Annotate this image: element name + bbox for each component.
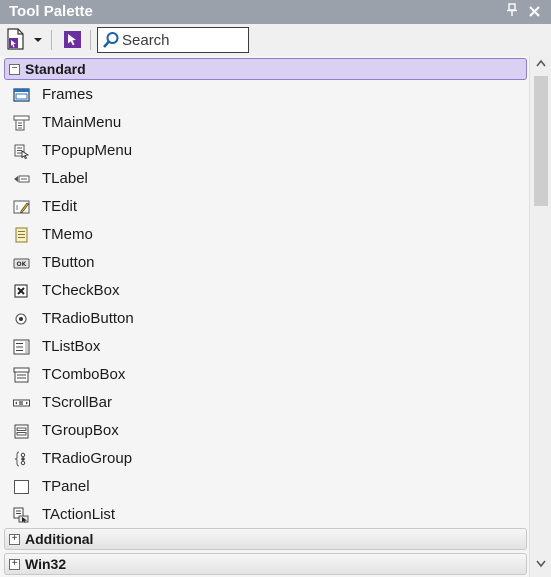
panel-icon — [14, 480, 29, 494]
popupmenu-icon — [14, 144, 30, 159]
memo-icon — [15, 227, 28, 243]
palette-titlebar: Tool Palette — [0, 0, 551, 24]
pin-icon[interactable] — [503, 3, 521, 21]
component-tlabel[interactable]: TLabel — [0, 165, 529, 193]
component-label: TPanel — [42, 478, 90, 495]
component-tcheckbox[interactable]: TCheckBox — [0, 277, 529, 305]
component-tmainmenu[interactable]: TMainMenu — [0, 109, 529, 137]
new-component-button[interactable] — [5, 27, 27, 51]
chevron-down-icon — [34, 38, 42, 42]
edit-icon: I — [13, 200, 30, 214]
listbox-icon — [13, 339, 30, 355]
search-icon — [103, 32, 119, 48]
svg-text:I: I — [16, 204, 18, 212]
component-tactionlist[interactable]: TActionList — [0, 501, 529, 529]
checkbox-icon — [14, 284, 28, 298]
radiobutton-icon — [15, 313, 27, 325]
component-label: TComboBox — [42, 366, 126, 383]
category-additional[interactable]: + Additional — [4, 528, 527, 550]
category-label: Additional — [25, 531, 94, 547]
component-tradiogroup[interactable]: TRadioGroup — [0, 445, 529, 473]
palette-toolbar — [0, 24, 551, 56]
vertical-scrollbar[interactable] — [529, 56, 551, 577]
category-label: Win32 — [25, 556, 67, 572]
expand-icon[interactable]: + — [9, 534, 20, 545]
component-label: TEdit — [42, 198, 78, 215]
component-label: TMainMenu — [42, 114, 122, 131]
search-input[interactable] — [122, 31, 242, 49]
component-label: TGroupBox — [42, 422, 119, 439]
label-icon — [14, 175, 30, 183]
component-label: TButton — [42, 254, 95, 271]
new-component-dropdown[interactable] — [31, 27, 45, 51]
component-label: TMemo — [42, 226, 93, 243]
pointer-button[interactable] — [60, 27, 84, 51]
scroll-up-icon[interactable] — [530, 56, 551, 74]
window-title: Tool Palette — [9, 3, 93, 20]
radiogroup-icon — [14, 451, 26, 467]
component-tgroupbox[interactable]: TGroupBox — [0, 417, 529, 445]
component-list: − Standard Frames TMainMenu TPopupMenu T… — [0, 56, 529, 577]
component-label: TRadioButton — [42, 310, 134, 327]
component-label: TCheckBox — [42, 282, 120, 299]
groupbox-icon — [14, 424, 29, 439]
component-tmemo[interactable]: TMemo — [0, 221, 529, 249]
mainmenu-icon — [13, 115, 30, 131]
component-tlistbox[interactable]: TListBox — [0, 333, 529, 361]
button-icon: OK — [13, 258, 30, 269]
new-file-icon — [7, 28, 24, 50]
scrollbar-thumb[interactable] — [534, 76, 548, 206]
expand-icon[interactable]: + — [9, 559, 20, 570]
category-label: Standard — [25, 61, 86, 77]
component-tcombobox[interactable]: TComboBox — [0, 361, 529, 389]
component-label: Frames — [42, 86, 93, 103]
toolbar-separator — [90, 30, 91, 50]
search-box[interactable] — [97, 27, 249, 53]
collapse-icon[interactable]: − — [9, 64, 20, 75]
component-label: TPopupMenu — [42, 142, 133, 159]
actionlist-icon — [13, 507, 29, 523]
toolbar-separator — [51, 30, 52, 50]
component-tpanel[interactable]: TPanel — [0, 473, 529, 501]
component-tpopupmenu[interactable]: TPopupMenu — [0, 137, 529, 165]
frames-icon — [13, 88, 30, 102]
category-win32[interactable]: + Win32 — [4, 553, 527, 575]
component-label: TListBox — [42, 338, 101, 355]
component-tedit[interactable]: I TEdit — [0, 193, 529, 221]
component-tradiobutton[interactable]: TRadioButton — [0, 305, 529, 333]
svg-text:OK: OK — [17, 261, 27, 268]
component-label: TScrollBar — [42, 394, 113, 411]
component-tscrollbar[interactable]: TScrollBar — [0, 389, 529, 417]
combobox-icon — [13, 367, 30, 383]
close-icon[interactable] — [525, 3, 543, 21]
scroll-down-icon[interactable] — [530, 557, 551, 575]
component-label: TActionList — [42, 506, 116, 523]
component-label: TLabel — [42, 170, 88, 187]
pointer-icon — [64, 31, 81, 48]
component-label: TRadioGroup — [42, 450, 133, 467]
category-standard[interactable]: − Standard — [4, 58, 527, 80]
scrollbar-icon — [13, 399, 30, 407]
component-tbutton[interactable]: OK TButton — [0, 249, 529, 277]
component-frames[interactable]: Frames — [0, 81, 529, 109]
